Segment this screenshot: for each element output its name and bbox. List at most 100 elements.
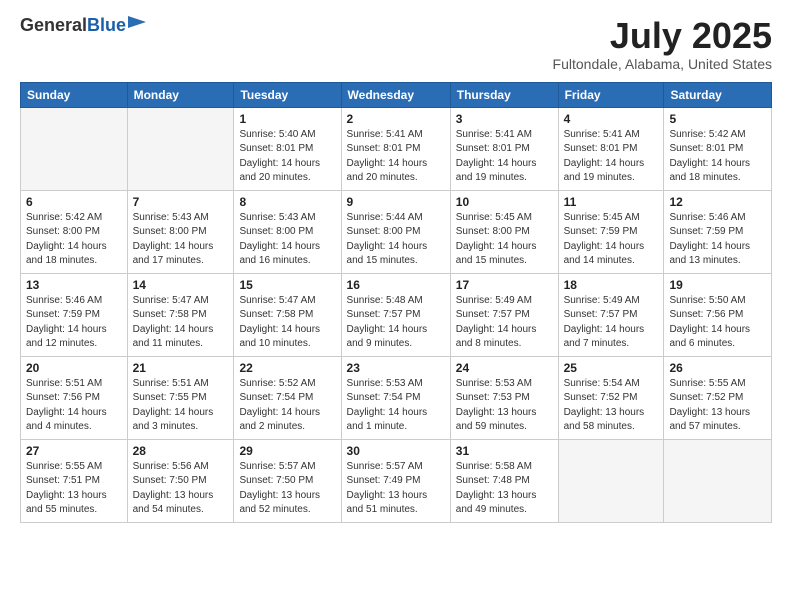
day-number: 20 (26, 361, 122, 375)
calendar-cell: 18 Sunrise: 5:49 AMSunset: 7:57 PMDayligh… (558, 273, 664, 356)
day-detail: Sunrise: 5:47 AMSunset: 7:58 PMDaylight:… (239, 294, 335, 352)
calendar-cell: 20Sunrise: 5:51 AMSunset: 7:56 PMDayligh… (21, 356, 128, 439)
location: Fultondale, Alabama, United States (553, 56, 772, 72)
calendar-week-row: 1 Sunrise: 5:40 AMSunset: 8:01 PMDaylight… (21, 107, 772, 190)
calendar-cell (558, 439, 664, 522)
header: GeneralBlue July 2025 Fultondale, Alabam… (20, 16, 772, 72)
day-detail: Sunrise: 5:51 AMSunset: 7:55 PMDaylight:… (133, 377, 229, 435)
day-number: 13 (26, 278, 122, 292)
calendar-header-tuesday: Tuesday (234, 82, 341, 107)
day-detail: Sunrise: 5:53 AMSunset: 7:54 PMDaylight:… (347, 377, 445, 435)
calendar-cell: 19 Sunrise: 5:50 AMSunset: 7:56 PMDayligh… (664, 273, 772, 356)
day-detail: Sunrise: 5:41 AMSunset: 8:01 PMDaylight:… (347, 128, 445, 186)
day-detail: Sunrise: 5:44 AMSunset: 8:00 PMDaylight:… (347, 211, 445, 269)
day-number: 16 (347, 278, 445, 292)
logo-general: General (20, 15, 87, 35)
calendar-cell: 17Sunrise: 5:49 AMSunset: 7:57 PMDayligh… (450, 273, 558, 356)
calendar-cell (21, 107, 128, 190)
calendar-cell: 30 Sunrise: 5:57 AMSunset: 7:49 PMDayligh… (341, 439, 450, 522)
calendar-header-thursday: Thursday (450, 82, 558, 107)
day-detail: Sunrise: 5:50 AMSunset: 7:56 PMDaylight:… (669, 294, 766, 352)
calendar-week-row: 27 Sunrise: 5:55 AMSunset: 7:51 PMDayligh… (21, 439, 772, 522)
calendar-cell: 2 Sunrise: 5:41 AMSunset: 8:01 PMDaylight… (341, 107, 450, 190)
month-title: July 2025 (553, 16, 772, 56)
day-number: 9 (347, 195, 445, 209)
calendar-cell: 31 Sunrise: 5:58 AMSunset: 7:48 PMDayligh… (450, 439, 558, 522)
day-number: 25 (564, 361, 659, 375)
calendar-header-friday: Friday (558, 82, 664, 107)
calendar-cell: 4 Sunrise: 5:41 AMSunset: 8:01 PMDaylight… (558, 107, 664, 190)
day-detail: Sunrise: 5:54 AMSunset: 7:52 PMDaylight:… (564, 377, 659, 435)
day-number: 1 (239, 112, 335, 126)
calendar-cell: 29Sunrise: 5:57 AMSunset: 7:50 PMDayligh… (234, 439, 341, 522)
calendar-header-monday: Monday (127, 82, 234, 107)
calendar-header-wednesday: Wednesday (341, 82, 450, 107)
logo-flag-icon (128, 16, 148, 36)
logo-text: GeneralBlue (20, 16, 126, 36)
day-number: 31 (456, 444, 553, 458)
day-detail: Sunrise: 5:46 AMSunset: 7:59 PMDaylight:… (669, 211, 766, 269)
day-detail: Sunrise: 5:43 AMSunset: 8:00 PMDaylight:… (239, 211, 335, 269)
day-detail: Sunrise: 5:45 AMSunset: 8:00 PMDaylight:… (456, 211, 553, 269)
calendar-cell: 14Sunrise: 5:47 AMSunset: 7:58 PMDayligh… (127, 273, 234, 356)
calendar-cell: 5 Sunrise: 5:42 AMSunset: 8:01 PMDaylight… (664, 107, 772, 190)
day-number: 6 (26, 195, 122, 209)
day-number: 26 (669, 361, 766, 375)
logo-blue: Blue (87, 15, 126, 35)
calendar-cell (127, 107, 234, 190)
calendar-week-row: 20Sunrise: 5:51 AMSunset: 7:56 PMDayligh… (21, 356, 772, 439)
day-detail: Sunrise: 5:42 AMSunset: 8:00 PMDaylight:… (26, 211, 122, 269)
calendar-cell: 26 Sunrise: 5:55 AMSunset: 7:52 PMDayligh… (664, 356, 772, 439)
day-number: 27 (26, 444, 122, 458)
day-detail: Sunrise: 5:46 AMSunset: 7:59 PMDaylight:… (26, 294, 122, 352)
day-number: 19 (669, 278, 766, 292)
day-detail: Sunrise: 5:40 AMSunset: 8:01 PMDaylight:… (239, 128, 335, 186)
calendar-week-row: 13 Sunrise: 5:46 AMSunset: 7:59 PMDayligh… (21, 273, 772, 356)
calendar-cell: 15 Sunrise: 5:47 AMSunset: 7:58 PMDayligh… (234, 273, 341, 356)
calendar-cell: 8 Sunrise: 5:43 AMSunset: 8:00 PMDaylight… (234, 190, 341, 273)
day-detail: Sunrise: 5:41 AMSunset: 8:01 PMDaylight:… (456, 128, 553, 186)
calendar-cell: 3Sunrise: 5:41 AMSunset: 8:01 PMDaylight… (450, 107, 558, 190)
day-number: 15 (239, 278, 335, 292)
day-number: 30 (347, 444, 445, 458)
day-number: 2 (347, 112, 445, 126)
day-detail: Sunrise: 5:41 AMSunset: 8:01 PMDaylight:… (564, 128, 659, 186)
day-detail: Sunrise: 5:47 AMSunset: 7:58 PMDaylight:… (133, 294, 229, 352)
calendar-cell: 7 Sunrise: 5:43 AMSunset: 8:00 PMDaylight… (127, 190, 234, 273)
day-number: 17 (456, 278, 553, 292)
calendar-header-row: SundayMondayTuesdayWednesdayThursdayFrid… (21, 82, 772, 107)
calendar-week-row: 6 Sunrise: 5:42 AMSunset: 8:00 PMDaylight… (21, 190, 772, 273)
day-detail: Sunrise: 5:57 AMSunset: 7:50 PMDaylight:… (239, 460, 335, 518)
day-number: 18 (564, 278, 659, 292)
day-detail: Sunrise: 5:58 AMSunset: 7:48 PMDaylight:… (456, 460, 553, 518)
day-number: 23 (347, 361, 445, 375)
calendar-cell: 10 Sunrise: 5:45 AMSunset: 8:00 PMDayligh… (450, 190, 558, 273)
day-number: 24 (456, 361, 553, 375)
day-detail: Sunrise: 5:45 AMSunset: 7:59 PMDaylight:… (564, 211, 659, 269)
calendar-cell: 21 Sunrise: 5:51 AMSunset: 7:55 PMDayligh… (127, 356, 234, 439)
calendar-cell (664, 439, 772, 522)
calendar-cell: 12Sunrise: 5:46 AMSunset: 7:59 PMDayligh… (664, 190, 772, 273)
calendar-cell: 16Sunrise: 5:48 AMSunset: 7:57 PMDayligh… (341, 273, 450, 356)
calendar-cell: 27 Sunrise: 5:55 AMSunset: 7:51 PMDayligh… (21, 439, 128, 522)
day-number: 21 (133, 361, 229, 375)
calendar-cell: 23 Sunrise: 5:53 AMSunset: 7:54 PMDayligh… (341, 356, 450, 439)
calendar-cell: 24Sunrise: 5:53 AMSunset: 7:53 PMDayligh… (450, 356, 558, 439)
calendar-cell: 28Sunrise: 5:56 AMSunset: 7:50 PMDayligh… (127, 439, 234, 522)
day-detail: Sunrise: 5:49 AMSunset: 7:57 PMDaylight:… (564, 294, 659, 352)
day-detail: Sunrise: 5:42 AMSunset: 8:01 PMDaylight:… (669, 128, 766, 186)
day-detail: Sunrise: 5:43 AMSunset: 8:00 PMDaylight:… (133, 211, 229, 269)
day-number: 7 (133, 195, 229, 209)
title-block: July 2025 Fultondale, Alabama, United St… (553, 16, 772, 72)
day-number: 10 (456, 195, 553, 209)
day-number: 8 (239, 195, 335, 209)
day-number: 4 (564, 112, 659, 126)
calendar-header-sunday: Sunday (21, 82, 128, 107)
calendar-cell: 11 Sunrise: 5:45 AMSunset: 7:59 PMDayligh… (558, 190, 664, 273)
day-detail: Sunrise: 5:55 AMSunset: 7:52 PMDaylight:… (669, 377, 766, 435)
day-number: 5 (669, 112, 766, 126)
calendar-cell: 6 Sunrise: 5:42 AMSunset: 8:00 PMDaylight… (21, 190, 128, 273)
day-detail: Sunrise: 5:55 AMSunset: 7:51 PMDaylight:… (26, 460, 122, 518)
day-number: 11 (564, 195, 659, 209)
day-detail: Sunrise: 5:57 AMSunset: 7:49 PMDaylight:… (347, 460, 445, 518)
